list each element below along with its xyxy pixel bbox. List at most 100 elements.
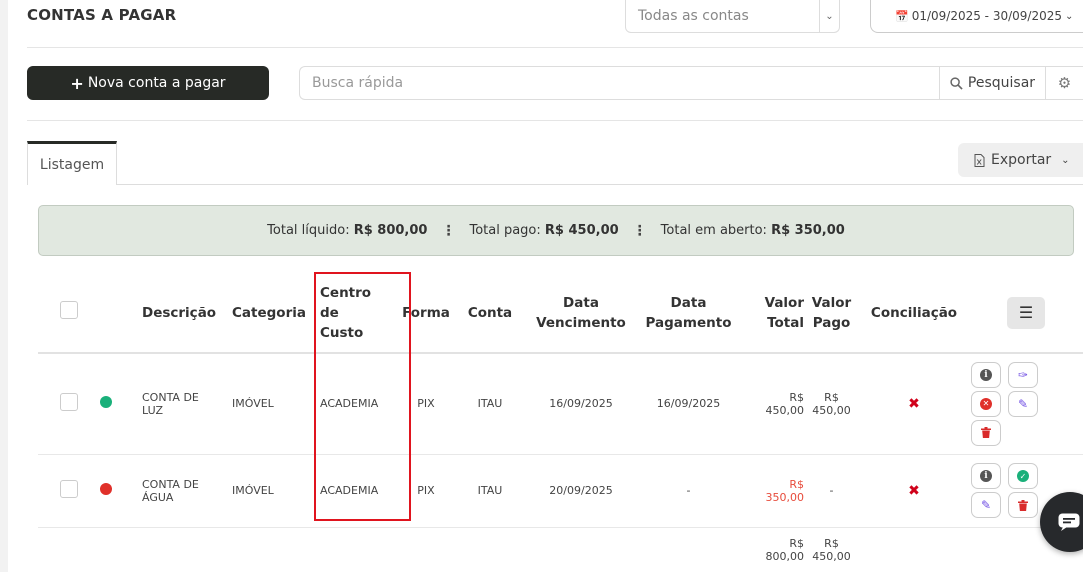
cell-descricao: CONTA DE LUZ [142, 353, 232, 455]
status-dot-paid [100, 396, 112, 409]
delete-button[interactable] [1008, 492, 1038, 518]
divider [27, 47, 1083, 48]
cell-forma: PIX [398, 454, 454, 528]
hamburger-icon: ☰ [1018, 303, 1034, 322]
edit-button[interactable]: ✎ [971, 492, 1001, 518]
divider [27, 120, 1083, 121]
cell-conta: ITAU [454, 454, 526, 528]
cell-valor-pago: - [804, 454, 859, 528]
info-icon: i [980, 368, 992, 381]
total-valor-pago: R$ 450,00 [812, 536, 851, 563]
net-total: Total líquido: R$ 800,00 [267, 223, 428, 238]
paperclip-icon: ✑ [1017, 367, 1029, 382]
cell-categoria: IMÓVEL [232, 353, 320, 455]
left-sidebar-edge [0, 0, 8, 572]
paid-total: Total pago: R$ 450,00 [469, 223, 619, 238]
info-button[interactable]: i [971, 463, 1001, 489]
chat-icon [1058, 513, 1080, 531]
col-forma[interactable]: Forma [398, 274, 454, 354]
col-categoria[interactable]: Categoria [232, 274, 320, 354]
totals-row: R$ 800,00 R$ 450,00 [38, 527, 1083, 572]
select-all-checkbox[interactable] [60, 301, 78, 319]
cell-valor-pago: R$ 450,00 [804, 353, 859, 455]
kebab-icon: ⋮ [441, 222, 456, 239]
cell-centro-de-custo: ACADEMIA [320, 454, 398, 528]
edit-button[interactable]: ✎ [1008, 390, 1038, 417]
account-filter-select[interactable]: Todas as contas ⌄ [625, 0, 840, 33]
open-total-value: R$ 350,00 [771, 223, 845, 238]
col-data-vencimento[interactable]: Data Vencimento [526, 274, 636, 354]
not-reconciled-icon: ✖ [908, 482, 920, 499]
chevron-down-icon: ⌄ [1065, 10, 1074, 22]
column-menu-button[interactable]: ☰ [1007, 297, 1045, 329]
chevron-down-icon: ⌄ [819, 0, 839, 32]
row-actions: i ✑ ✕ ✎ [969, 361, 1083, 446]
cell-descricao: CONTA DE ÁGUA [142, 454, 232, 528]
tab-listagem[interactable]: Listagem [27, 141, 117, 185]
cell-vencimento: 20/09/2025 [526, 454, 636, 528]
trash-icon [981, 427, 991, 439]
col-valor-total[interactable]: Valor Total [741, 274, 804, 354]
attachment-button[interactable]: ✑ [1008, 361, 1038, 388]
payables-table: Descrição Categoria Centro de Custo Forma … [38, 274, 1083, 572]
cancel-payment-button[interactable]: ✕ [971, 390, 1001, 417]
cell-valor-total: R$ 350,00 [741, 454, 804, 528]
net-total-value: R$ 800,00 [353, 223, 428, 238]
open-total: Total em aberto: R$ 350,00 [660, 223, 845, 238]
new-payable-label: Nova conta a pagar [87, 75, 226, 91]
col-descricao[interactable]: Descrição [142, 274, 232, 354]
date-range-label: 01/09/2025 - 30/09/2025 [911, 9, 1062, 23]
status-dot-pending [100, 483, 112, 495]
cell-forma: PIX [398, 353, 454, 455]
col-valor-pago[interactable]: Valor Pago [804, 274, 859, 354]
col-centro-de-custo[interactable]: Centro de Custo [320, 274, 398, 354]
settings-button[interactable]: ⚙ [1045, 67, 1083, 99]
search-input[interactable] [300, 67, 939, 99]
calendar-icon: 📅 [895, 9, 909, 23]
pencil-icon: ✎ [1017, 396, 1029, 411]
pencil-icon: ✎ [980, 498, 992, 512]
cell-centro-de-custo: ACADEMIA [320, 353, 398, 455]
row-checkbox[interactable] [60, 393, 78, 412]
cell-pagamento: - [636, 454, 741, 528]
total-valor-total: R$ 800,00 [765, 536, 805, 563]
row-checkbox[interactable] [60, 480, 78, 498]
mark-paid-button[interactable]: ✓ [1008, 463, 1038, 489]
info-icon: i [980, 470, 992, 482]
excel-file-icon [974, 153, 985, 167]
page-title: CONTAS A PAGAR [27, 6, 177, 24]
kebab-icon: ⋮ [632, 222, 647, 239]
col-conciliacao[interactable]: Conciliação [859, 274, 969, 354]
tabs-underline [27, 184, 1083, 185]
export-button[interactable]: Exportar ⌄ [958, 143, 1083, 177]
info-button[interactable]: i [971, 361, 1001, 388]
cell-pagamento: 16/09/2025 [636, 353, 741, 455]
search-icon [950, 76, 963, 90]
account-filter-value: Todas as contas [638, 8, 749, 24]
close-circle-icon: ✕ [980, 397, 992, 410]
paid-total-value: R$ 450,00 [544, 223, 619, 238]
chevron-down-icon: ⌄ [1061, 154, 1070, 166]
cell-conta: ITAU [454, 353, 526, 455]
check-circle-icon: ✓ [1017, 470, 1029, 482]
cell-categoria: IMÓVEL [232, 454, 320, 528]
search-button-label: Pesquisar [967, 75, 1036, 91]
table-row[interactable]: CONTA DE LUZ IMÓVEL ACADEMIA PIX ITAU 16/… [38, 353, 1083, 455]
date-range-button[interactable]: 📅 01/09/2025 - 30/09/2025 ⌄ [870, 0, 1083, 33]
table-row[interactable]: CONTA DE ÁGUA IMÓVEL ACADEMIA PIX ITAU 20… [38, 454, 1083, 528]
trash-icon [1018, 499, 1028, 511]
table-header-row: Descrição Categoria Centro de Custo Forma … [38, 274, 1083, 354]
gear-icon: ⚙ [1057, 74, 1072, 92]
search-bar: Pesquisar ⚙ [299, 66, 1083, 100]
cell-vencimento: 16/09/2025 [526, 353, 636, 455]
cell-valor-total: R$ 450,00 [741, 353, 804, 455]
totals-summary: Total líquido: R$ 800,00 ⋮ Total pago: R… [38, 205, 1074, 256]
new-payable-button[interactable]: + Nova conta a pagar [27, 66, 269, 100]
export-label: Exportar [991, 152, 1052, 168]
delete-button[interactable] [971, 419, 1001, 446]
not-reconciled-icon: ✖ [908, 395, 920, 412]
plus-icon: + [70, 73, 84, 93]
col-conta[interactable]: Conta [454, 274, 526, 354]
search-button[interactable]: Pesquisar [939, 67, 1045, 99]
col-data-pagamento[interactable]: Data Pagamento [636, 274, 741, 354]
